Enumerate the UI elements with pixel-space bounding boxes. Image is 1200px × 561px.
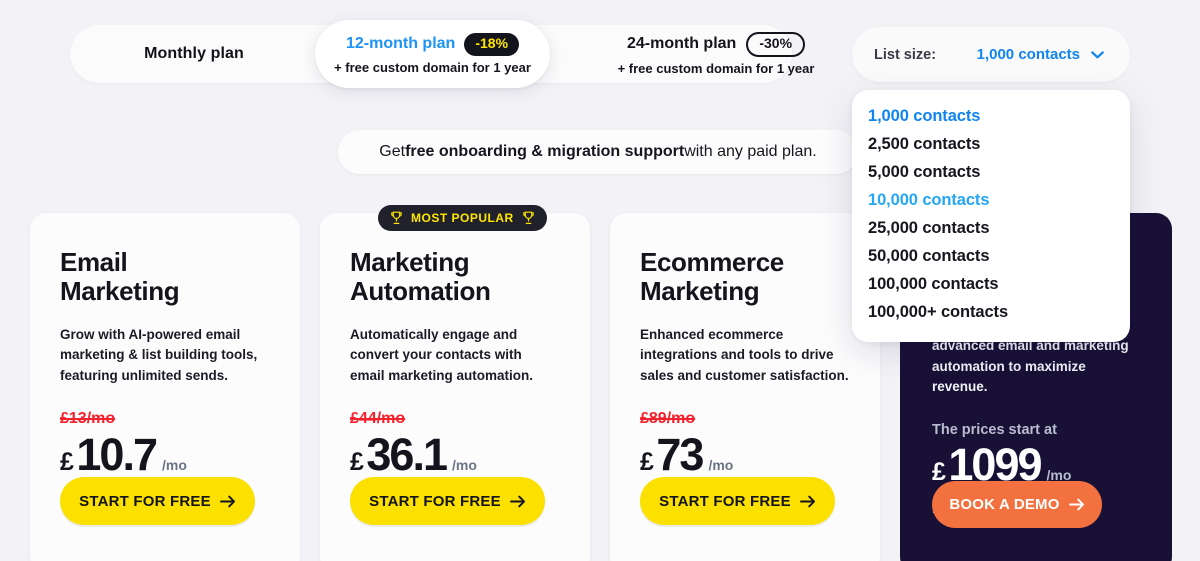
promo-suffix: with any paid plan. (684, 143, 817, 160)
price-period: /mo (708, 457, 734, 474)
dropdown-option[interactable]: 100,000+ contacts (852, 298, 1130, 326)
dropdown-option[interactable]: 25,000 contacts (852, 214, 1130, 242)
price-period: /mo (452, 457, 477, 474)
price-amount: 73 (656, 429, 704, 481)
12-month-discount-badge: -18% (464, 33, 520, 56)
pricing-card-ecommerce-marketing: Ecommerce Marketing Enhanced ecommerce i… (610, 213, 880, 561)
dropdown-option[interactable]: 5,000 contacts (852, 158, 1130, 186)
card-description: Enhanced ecommerce integrations and tool… (640, 326, 849, 383)
currency-symbol: £ (932, 457, 946, 486)
toggle-option-monthly[interactable]: Monthly plan (70, 25, 318, 83)
monthly-plan-label: Monthly plan (144, 45, 244, 62)
price-prefix-label: The prices start at (932, 421, 1057, 438)
card-description: advanced email and marketing automation … (932, 338, 1129, 395)
trophy-icon (391, 211, 402, 224)
arrow-right-icon (1068, 498, 1084, 511)
promo-prefix: Get (379, 143, 406, 160)
price-amount: 36.1 (366, 429, 448, 481)
card-description: Grow with AI-powered email marketing & l… (60, 326, 258, 383)
list-size-label: List size: (874, 46, 937, 63)
price-row: £ 1099 /mo (932, 442, 1140, 487)
start-for-free-button[interactable]: START FOR FREE (350, 477, 545, 525)
cta-label: START FOR FREE (79, 492, 211, 510)
24-month-discount-badge: -30% (746, 32, 806, 57)
12-month-row: 12-month plan -18% (345, 33, 520, 56)
currency-symbol: £ (60, 448, 74, 477)
currency-symbol: £ (640, 448, 654, 477)
price-period: /mo (162, 457, 187, 474)
currency-symbol: £ (350, 448, 364, 477)
onboarding-promo-banner: Get free onboarding & migration support … (338, 130, 858, 174)
pricing-card-marketing-automation: Marketing Automation Automatically engag… (320, 213, 590, 561)
dropdown-option[interactable]: 50,000 contacts (852, 242, 1130, 270)
dropdown-option[interactable]: 10,000 contacts (852, 186, 1130, 214)
toggle-option-12-month-active[interactable]: 12-month plan -18% + free custom domain … (315, 20, 550, 88)
dropdown-option[interactable]: 2,500 contacts (852, 130, 1130, 158)
list-size-value-group: 1,000 contacts (977, 46, 1104, 63)
promo-strong: free onboarding & migration support (405, 143, 685, 160)
cta-label: BOOK A DEMO (949, 496, 1060, 513)
trophy-icon (522, 211, 534, 224)
card-title: Ecommerce Marketing (640, 247, 784, 307)
cta-label: START FOR FREE (369, 492, 501, 510)
most-popular-label: MOST POPULAR (411, 211, 514, 225)
price-amount: 10.7 (76, 429, 158, 481)
24-month-row: 24-month plan -30% (626, 32, 806, 57)
old-price: £13/mo (60, 410, 116, 428)
list-size-selector[interactable]: List size: 1,000 contacts (852, 27, 1130, 82)
arrow-right-icon (799, 495, 815, 507)
most-popular-badge: MOST POPULAR (378, 205, 547, 231)
dropdown-option[interactable]: 100,000 contacts (852, 270, 1130, 298)
price-row: £ 10.7 /mo (60, 432, 270, 477)
arrow-right-icon (509, 495, 525, 507)
price-row: £ 73 /mo (640, 432, 850, 477)
arrow-right-icon (219, 495, 235, 507)
toggle-option-24-month[interactable]: 24-month plan -30% + free custom domain … (570, 25, 862, 83)
cta-label: START FOR FREE (659, 492, 791, 510)
card-title: Marketing Automation (350, 247, 491, 307)
price-row: £ 36.1 /mo (350, 432, 560, 477)
card-title: Email Marketing (60, 247, 180, 307)
12-month-plan-label: 12-month plan (345, 35, 456, 53)
list-size-dropdown[interactable]: 1,000 contacts 2,500 contacts 5,000 contac… (852, 90, 1130, 342)
price-amount: 1099 (948, 438, 1042, 490)
old-price: £89/mo (640, 410, 696, 428)
24-month-subtext: + free custom domain for 1 year (617, 60, 815, 76)
old-price: £44/mo (350, 410, 406, 428)
24-month-plan-label: 24-month plan (626, 35, 737, 53)
start-for-free-button[interactable]: START FOR FREE (640, 477, 835, 525)
book-a-demo-button[interactable]: BOOK A DEMO (932, 481, 1102, 528)
list-size-value: 1,000 contacts (976, 46, 1080, 63)
pricing-page: Monthly plan 24-month plan -30% + free c… (0, 0, 1200, 561)
12-month-subtext: + free custom domain for 1 year (334, 59, 531, 75)
start-for-free-button[interactable]: START FOR FREE (60, 477, 255, 525)
dropdown-option[interactable]: 1,000 contacts (852, 102, 1130, 130)
card-description: Automatically engage and convert your co… (350, 326, 534, 383)
chevron-down-icon (1091, 50, 1104, 58)
pricing-card-email-marketing: Email Marketing Grow with AI-powered ema… (30, 213, 300, 561)
